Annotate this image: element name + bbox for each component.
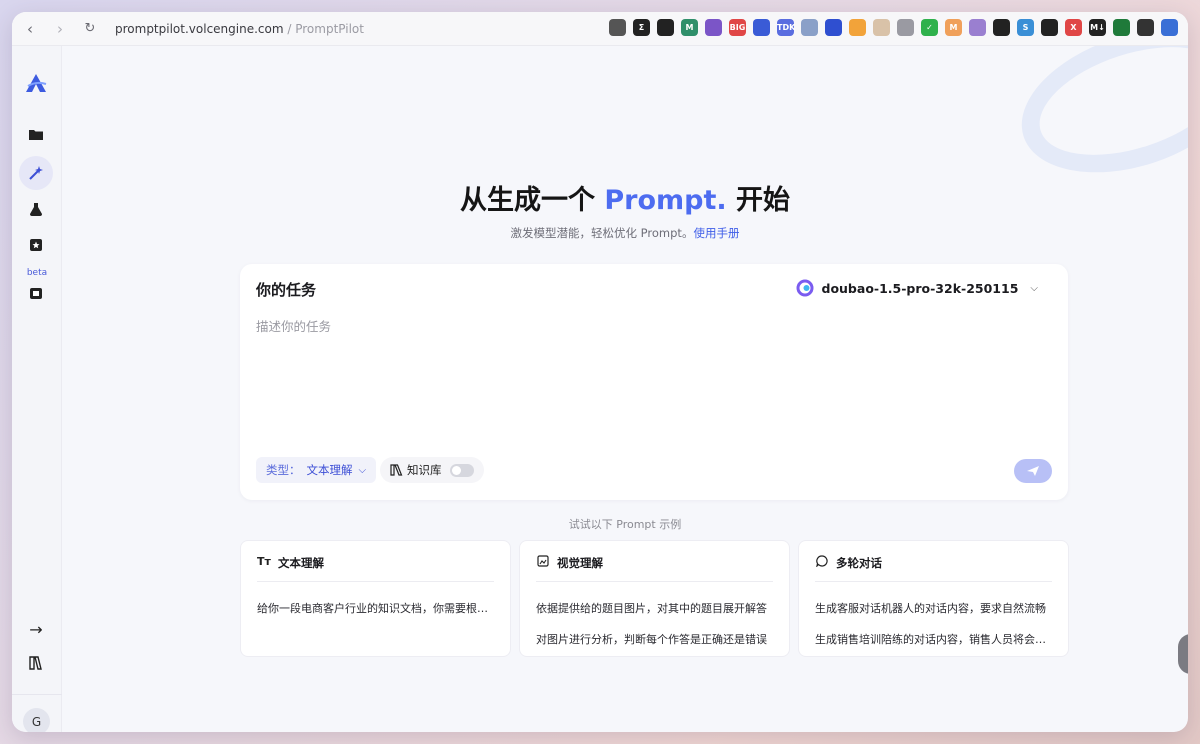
- example-line[interactable]: 依据提供给的题目图片，对其中的题目展开解答: [536, 600, 773, 616]
- example-card-header: Tᴛ 文本理解: [257, 555, 494, 582]
- model-select[interactable]: doubao-1.5-pro-32k-250115 ⌵: [796, 279, 1038, 297]
- md-ext[interactable]: M↓: [1089, 19, 1106, 36]
- back-icon[interactable]: ‹: [15, 12, 45, 46]
- url-path: / PromptPilot: [283, 21, 364, 36]
- purple-ext[interactable]: [705, 19, 722, 36]
- chevron-down-icon: ⌵: [358, 464, 367, 476]
- x-ext[interactable]: X: [1065, 19, 1082, 36]
- expand-arrow-icon[interactable]: →: [19, 612, 53, 646]
- avatar[interactable]: G: [23, 708, 50, 732]
- browser-window: ‹ › ↻ promptpilot.volcengine.com / Promp…: [12, 12, 1188, 732]
- s-ext[interactable]: S: [1017, 19, 1034, 36]
- orange-ext[interactable]: [849, 19, 866, 36]
- type-value: 文本理解: [306, 463, 353, 477]
- magic-tools-icon[interactable]: [19, 156, 53, 190]
- example-card-header: 多轮对话: [815, 555, 1052, 582]
- title-text-pre: 从生成一个: [459, 185, 605, 216]
- tabs-ext[interactable]: [1161, 19, 1178, 36]
- flask-icon[interactable]: [19, 192, 53, 226]
- circle-avatar-ext[interactable]: [609, 19, 626, 36]
- chevron-down-icon: ⌵: [1030, 282, 1038, 294]
- example-card-title: 多轮对话: [836, 556, 882, 570]
- dark-ext[interactable]: [1041, 19, 1058, 36]
- side-panel-handle[interactable]: [1178, 634, 1188, 674]
- example-card-text[interactable]: Tᴛ 文本理解 给你一段电商客户行业的知识文档，你需要根据文档内容回答问题: [240, 540, 511, 657]
- red-ext[interactable]: BIG: [729, 19, 746, 36]
- main-content: 从生成一个 Prompt. 开始 激发模型潜能，轻松优化 Prompt。使用手册…: [62, 46, 1188, 732]
- task-label: 你的任务: [256, 281, 317, 299]
- bot-ext[interactable]: [657, 19, 674, 36]
- example-line[interactable]: 生成客服对话机器人的对话内容，要求自然流畅: [815, 600, 1052, 616]
- page-title: 从生成一个 Prompt. 开始: [62, 178, 1188, 217]
- forward-icon[interactable]: ›: [45, 12, 75, 46]
- task-input[interactable]: [256, 316, 1046, 446]
- check-ext[interactable]: ✓: [921, 19, 938, 36]
- example-card-title: 视觉理解: [557, 556, 603, 570]
- sigma-ext[interactable]: Σ: [633, 19, 650, 36]
- type-prefix: 类型：: [266, 463, 301, 477]
- examples-title: 试试以下 Prompt 示例: [568, 518, 682, 531]
- decorative-ring: [1003, 46, 1188, 199]
- book-icon: [390, 464, 403, 476]
- model-name: doubao-1.5-pro-32k-250115: [821, 280, 1019, 296]
- example-card-chat[interactable]: 多轮对话 生成客服对话机器人的对话内容，要求自然流畅 生成销售培训陪练的对话内容…: [798, 540, 1069, 657]
- m-orange-ext[interactable]: M: [945, 19, 962, 36]
- send-icon: [1027, 466, 1039, 476]
- type-select[interactable]: 类型： 文本理解 ⌵: [256, 457, 377, 483]
- star-badge-icon[interactable]: [19, 228, 53, 262]
- text-size-icon: Tᴛ: [257, 555, 271, 568]
- task-card: 你的任务 doubao-1.5-pro-32k-250115 ⌵ 类型： 文本理…: [240, 264, 1068, 500]
- green-ext[interactable]: [1113, 19, 1130, 36]
- example-line[interactable]: 对图片进行分析，判断每个作答是正确还是错误: [536, 631, 773, 647]
- book-icon[interactable]: [19, 646, 53, 680]
- promptpilot-logo-icon[interactable]: [19, 66, 53, 100]
- url-host: promptpilot.volcengine.com: [115, 21, 284, 36]
- title-text-post: 开始: [726, 185, 791, 216]
- address-bar[interactable]: promptpilot.volcengine.com / PromptPilot: [115, 22, 364, 36]
- send-button[interactable]: [1014, 459, 1052, 483]
- kb-switch[interactable]: [449, 463, 474, 477]
- kb-label: 知识库: [407, 463, 442, 477]
- example-card-header: 视觉理解: [536, 555, 773, 582]
- browser-toolbar: ‹ › ↻ promptpilot.volcengine.com / Promp…: [12, 12, 1188, 46]
- page-subtitle: 激发模型潜能，轻松优化 Prompt。使用手册: [62, 225, 1188, 241]
- window-ext[interactable]: [969, 19, 986, 36]
- manual-link[interactable]: 使用手册: [693, 226, 739, 240]
- layers-ext[interactable]: [753, 19, 770, 36]
- example-card-title: 文本理解: [278, 556, 324, 570]
- m-ext[interactable]: M: [681, 19, 698, 36]
- chat-icon: [816, 555, 828, 567]
- shield-ext[interactable]: [873, 19, 890, 36]
- knowledge-base-toggle[interactable]: 知识库: [380, 457, 484, 483]
- title-accent: Prompt.: [604, 185, 727, 216]
- example-line[interactable]: 生成销售培训陪练的对话内容，销售人员将会提问: [815, 631, 1052, 647]
- doubao-logo-icon: [796, 279, 813, 297]
- example-card-vision[interactable]: 视觉理解 依据提供给的题目图片，对其中的题目展开解答 对图片进行分析，判断每个作…: [519, 540, 790, 657]
- folder-icon[interactable]: [19, 117, 53, 151]
- subtitle-text: 激发模型潜能，轻松优化 Prompt。: [510, 226, 694, 240]
- beta-feature-icon[interactable]: [19, 276, 53, 310]
- cycle-ext[interactable]: [897, 19, 914, 36]
- image-icon: [537, 555, 549, 567]
- tdk-ext[interactable]: TDK: [777, 19, 795, 36]
- left-sidebar: beta → G: [12, 46, 62, 732]
- extensions-bar: Σ M BIG TDK ✓ M S X M↓: [609, 19, 1178, 36]
- feather-ext[interactable]: [825, 19, 842, 36]
- frame-ext[interactable]: [993, 19, 1010, 36]
- rail-divider: [12, 694, 62, 695]
- arrow-ext[interactable]: [801, 19, 818, 36]
- reload-icon[interactable]: ↻: [75, 12, 105, 46]
- panda-ext[interactable]: [1137, 19, 1154, 36]
- example-line[interactable]: 给你一段电商客户行业的知识文档，你需要根据文档内容回答问题: [257, 600, 494, 616]
